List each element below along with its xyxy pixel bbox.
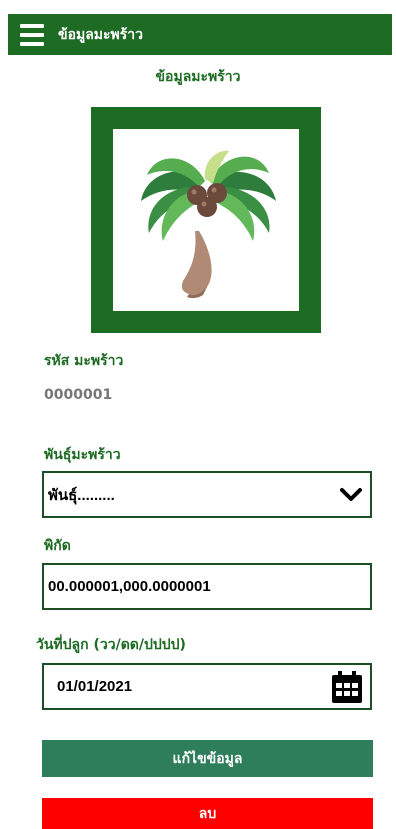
calendar-icon[interactable] xyxy=(332,671,362,703)
coconut-image-frame xyxy=(91,107,321,333)
chevron-down-icon xyxy=(340,488,362,501)
coconut-image xyxy=(113,129,299,311)
location-label: พิกัด xyxy=(44,538,71,554)
app-bar-title: ข้อมูลมะพร้าว xyxy=(58,26,144,43)
location-field[interactable]: 00.000001,000.0000001 xyxy=(42,563,372,610)
plant-date-label: วันที่ปลูก (วว/ดด/ปปปป) xyxy=(36,637,186,653)
coconut-tree-icon xyxy=(141,150,276,299)
edit-button[interactable]: แก้ไขข้อมูล xyxy=(42,740,373,777)
location-value: 00.000001,000.0000001 xyxy=(48,578,211,595)
variety-select-value: พันธุ์......... xyxy=(48,486,115,504)
top-app-bar: ข้อมูลมะพร้าว xyxy=(8,14,392,55)
hamburger-menu-icon[interactable] xyxy=(20,23,44,46)
plant-date-field[interactable]: 01/01/2021 xyxy=(42,663,372,710)
page-title: ข้อมูลมะพร้าว xyxy=(155,69,241,85)
delete-button[interactable]: ลบ xyxy=(42,798,373,829)
code-value: 0000001 xyxy=(44,387,113,403)
variety-label: พันธุ์มะพร้าว xyxy=(44,447,121,463)
plant-date-value: 01/01/2021 xyxy=(57,678,133,695)
code-label: รหัส มะพร้าว xyxy=(44,353,124,369)
variety-select[interactable]: พันธุ์......... xyxy=(42,471,372,518)
